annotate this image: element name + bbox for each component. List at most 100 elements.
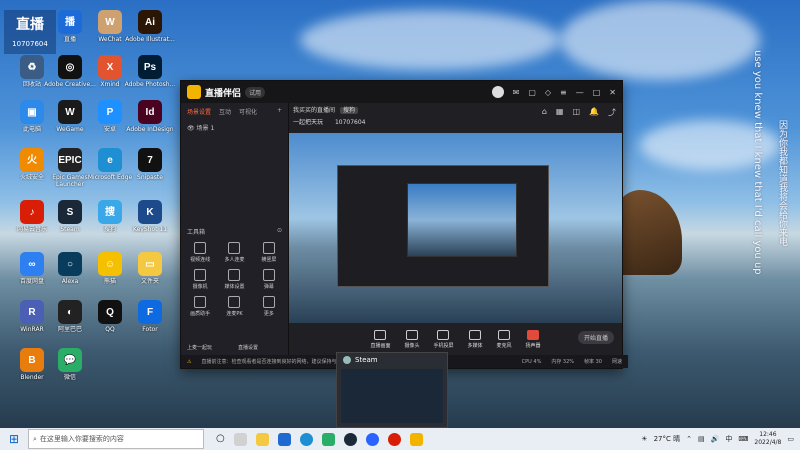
- control-label: 扬声器: [525, 342, 541, 349]
- vertical-lyric-chinese: 因为你我都知道我将会给你来电: [777, 120, 787, 246]
- control-label: 摄像头: [404, 342, 420, 349]
- edge-icon[interactable]: [299, 432, 313, 446]
- app-icon: 火: [20, 148, 44, 172]
- minimize-icon[interactable]: —: [576, 88, 584, 97]
- eye-icon[interactable]: 👁: [187, 125, 195, 132]
- memory-stat: 内存 32%: [551, 359, 575, 365]
- start-live-button[interactable]: 开始直播: [578, 331, 614, 344]
- avatar[interactable]: [491, 86, 504, 98]
- task-view-icon[interactable]: ○: [216, 433, 225, 446]
- bell-icon[interactable]: 🔔: [589, 107, 599, 118]
- desktop-icon-label: Adobe InDesign: [126, 126, 174, 133]
- scene-tab[interactable]: 场景设置: [187, 107, 211, 116]
- notification-icon[interactable]: ▭: [787, 435, 794, 443]
- toolbox-item[interactable]: 弹幕: [252, 269, 286, 290]
- wechat-icon[interactable]: [321, 432, 335, 446]
- live-companion-icon[interactable]: [409, 432, 423, 446]
- toolbox-item[interactable]: 横竖屏: [252, 242, 286, 263]
- app-icon: Q: [98, 300, 122, 324]
- maximize-icon[interactable]: □: [593, 88, 601, 97]
- steam-icon[interactable]: [343, 432, 357, 446]
- ime-indicator[interactable]: 中: [725, 434, 732, 444]
- settings-icon[interactable]: ⊙: [277, 227, 282, 236]
- stream-title[interactable]: 我买买的直播间: [293, 107, 335, 114]
- stream-settings-button[interactable]: 直播设置: [238, 344, 258, 351]
- stream-tag[interactable]: 搜狗: [339, 107, 358, 114]
- app-icon: ♻: [20, 55, 44, 79]
- desktop-icon[interactable]: F Fotor: [124, 300, 176, 333]
- add-scene-icon[interactable]: +: [277, 107, 282, 116]
- cpu-stat: CPU 4%: [521, 358, 542, 365]
- windows-start-icon[interactable]: ⊞: [0, 432, 28, 446]
- app-icon: ▣: [20, 100, 44, 124]
- tool-label: 画质助手: [190, 311, 211, 317]
- control-label: 直播画面: [370, 342, 391, 349]
- app-icon: Id: [138, 100, 162, 124]
- scene-panel: 场景设置 互动 可视化 + 👁 场景 1 工具箱 ⊙ 视频连线 多人连麦 横竖屏 摄像机 媒体…: [181, 103, 289, 357]
- app-icon: ♪: [20, 200, 44, 224]
- source-control-button[interactable]: 多媒体: [468, 329, 483, 349]
- scene-tab[interactable]: 可视化: [239, 107, 257, 116]
- desktop-icon[interactable]: 7 Snipaste: [124, 148, 176, 181]
- volume-icon[interactable]: 🔊: [711, 435, 720, 443]
- toolbox-item[interactable]: 摄像机: [183, 269, 217, 290]
- taskbar-app-icon[interactable]: [233, 432, 247, 446]
- control-icon: [469, 329, 481, 340]
- desktop-icon[interactable]: Ps Adobe Photosh...: [124, 55, 176, 88]
- control-icon: [374, 329, 387, 340]
- message-icon[interactable]: ✉: [513, 88, 520, 97]
- keyboard-icon[interactable]: ⌨: [738, 435, 748, 443]
- tool-label: 更多: [263, 311, 274, 317]
- toolbox-item[interactable]: 多人连麦: [217, 242, 251, 263]
- toolbox-section: 工具箱 ⊙ 视频连线 多人连麦 横竖屏 摄像机 媒体设置 弹幕 画质助手 连麦PK 更多: [181, 225, 288, 321]
- live-companion-window[interactable]: 直播伴侣 试用 ✉ ▢ ◇ ≡ — □ ✕ 场景设置 互动 可视化 + 👁 场景 1 …: [180, 80, 628, 369]
- app-icon: 💬: [58, 348, 82, 372]
- taskbar-search-box[interactable]: ⌕ 在这里输入你要搜索的内容: [28, 429, 204, 449]
- shirt-icon[interactable]: ◇: [545, 88, 551, 97]
- layout-icon[interactable]: ▦: [556, 107, 564, 118]
- chevron-up-icon[interactable]: ⌃: [686, 435, 692, 443]
- close-icon[interactable]: ✕: [609, 88, 616, 97]
- join-mic-button[interactable]: 上麦一起玩: [187, 344, 212, 351]
- toolbox-item[interactable]: 画质助手: [183, 296, 217, 317]
- bag-icon[interactable]: ◫: [572, 107, 580, 118]
- desktop-icon[interactable]: ▭ 文件夹: [124, 252, 176, 285]
- window-titlebar[interactable]: 直播伴侣 试用 ✉ ▢ ◇ ≡ — □ ✕: [181, 81, 622, 103]
- toolbox-item[interactable]: 更多: [252, 296, 286, 317]
- live-preview-canvas[interactable]: [289, 133, 622, 323]
- taskbar-app-icon[interactable]: [277, 432, 291, 446]
- netease-music-icon[interactable]: [387, 432, 401, 446]
- toolbox-item[interactable]: 连麦PK: [217, 296, 251, 317]
- app-title: 直播伴侣: [205, 88, 242, 99]
- desktop-icon[interactable]: Ai Adobe Illustrat...: [124, 10, 176, 43]
- source-control-button[interactable]: 扬声器: [525, 329, 541, 349]
- share-icon[interactable]: ⤴: [608, 107, 616, 118]
- desktop-icon[interactable]: K KeyShot 11: [124, 200, 176, 233]
- source-control-button[interactable]: 直播画面: [370, 329, 391, 349]
- weather-text[interactable]: 27°C 晴: [654, 434, 681, 444]
- desktop-icon[interactable]: Id Adobe InDesign: [124, 100, 176, 133]
- scene-tab[interactable]: 互动: [219, 107, 231, 116]
- room-id: 10707604: [334, 119, 366, 126]
- source-control-button[interactable]: 摄像头: [404, 329, 420, 349]
- source-control-button[interactable]: 手机投屏: [433, 329, 454, 349]
- room-label[interactable]: 一起把天玩: [293, 119, 323, 126]
- vertical-lyric-english: use you knew that I knew that I'd call y…: [752, 50, 763, 275]
- menu-icon[interactable]: ≡: [560, 88, 567, 97]
- gift-icon[interactable]: ▢: [528, 88, 536, 97]
- store-icon[interactable]: ⌂: [542, 107, 547, 118]
- steam-icon: [343, 356, 351, 364]
- steam-preview-thumbnail: [341, 369, 443, 423]
- toolbox-item[interactable]: 视频连线: [183, 242, 217, 263]
- steam-taskbar-preview[interactable]: Steam: [336, 352, 448, 428]
- source-control-button[interactable]: 麦克风: [497, 329, 512, 349]
- toolbox-item[interactable]: 媒体设置: [217, 269, 251, 290]
- clock[interactable]: 12:46 2022/4/8: [754, 431, 781, 447]
- weather-icon[interactable]: ☀: [641, 435, 647, 443]
- tool-label: 视频连线: [190, 257, 211, 263]
- scene-list-item[interactable]: 👁 场景 1: [181, 120, 288, 135]
- desktop-icon[interactable]: 💬 微信: [44, 348, 96, 381]
- taskbar-app-icon[interactable]: [365, 432, 379, 446]
- file-explorer-icon[interactable]: [255, 432, 269, 446]
- network-icon[interactable]: ▤: [698, 435, 705, 443]
